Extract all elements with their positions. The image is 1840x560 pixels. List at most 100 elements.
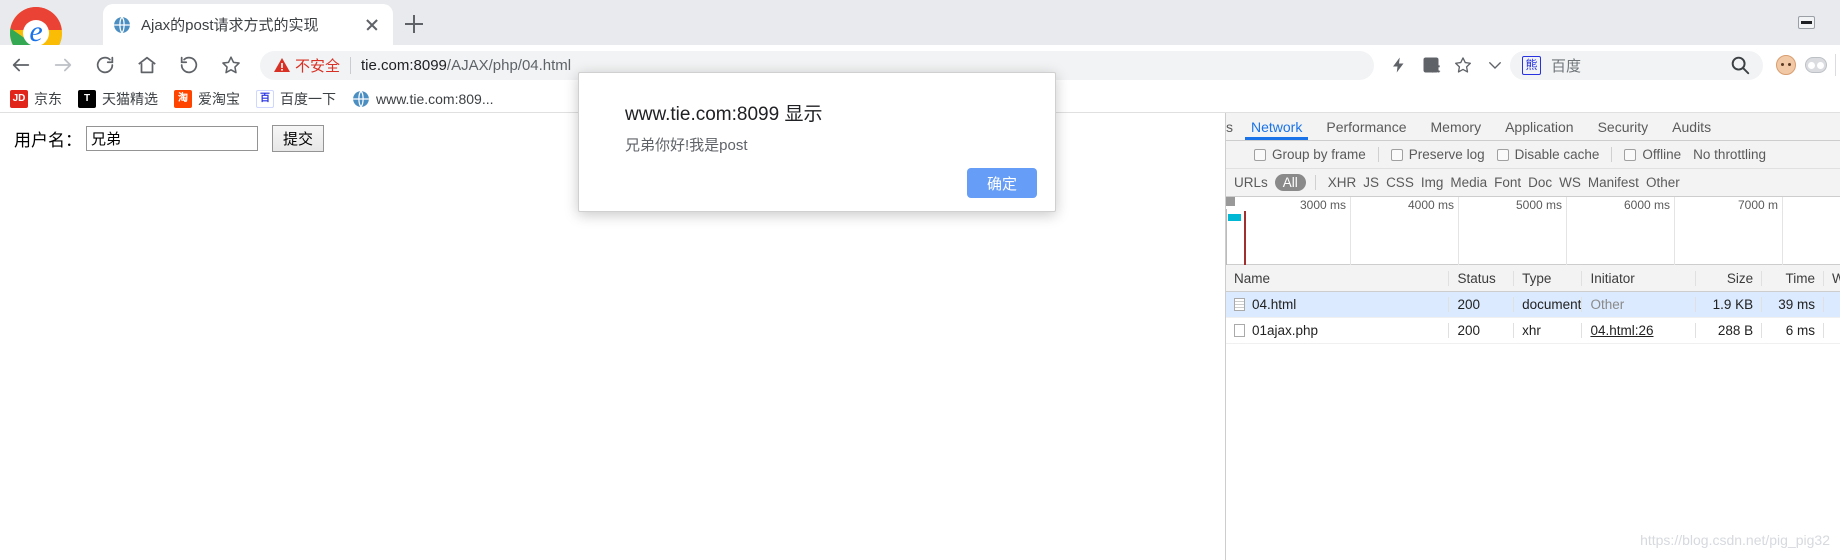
tab-security[interactable]: Security [1586,113,1661,140]
bookmark-jd[interactable]: JD 京东 [10,89,62,109]
translate-icon[interactable]: G文 [1416,50,1446,80]
request-type: xhr [1514,323,1583,338]
checkbox-label: Disable cache [1514,147,1600,162]
star-icon[interactable] [210,45,252,85]
tick-label: 6000 ms [1623,198,1670,212]
filter-font[interactable]: Font [1494,175,1521,190]
filter-media[interactable]: Media [1450,175,1487,190]
initiator-link[interactable]: 04.html:26 [1590,323,1653,338]
column-header-time[interactable]: Time [1762,270,1824,286]
history-back-icon[interactable] [168,45,210,85]
tab-performance[interactable]: Performance [1314,113,1418,140]
request-name-cell[interactable]: 04.html [1226,297,1450,312]
lightning-icon[interactable] [1384,50,1414,80]
svg-text:文: 文 [1432,63,1440,73]
filter-ws[interactable]: WS [1559,175,1581,190]
network-requests-table: Name Status Type Initiator Size Time Wat… [1226,265,1840,344]
filter-img[interactable]: Img [1421,175,1444,190]
bookmark-label: 京东 [34,90,62,107]
bookmark-label: 百度一下 [280,90,336,107]
bookmark-baidu[interactable]: 百 百度一下 [256,89,336,109]
column-header-initiator[interactable]: Initiator [1582,270,1696,286]
bookmark-taobao[interactable]: 淘 爱淘宝 [174,89,240,109]
filter-css[interactable]: CSS [1386,175,1414,190]
bookmark-tmall[interactable]: T 天猫精选 [78,89,158,109]
filter-other[interactable]: Other [1646,175,1680,190]
request-name-cell[interactable]: 01ajax.php [1226,323,1450,338]
devtools-tab-bar: s Network Performance Memory Application… [1226,113,1840,141]
new-tab-button[interactable] [400,10,428,38]
url-text: tie.com:8099/AJAX/php/04.html [361,57,1360,74]
tick-label: 7000 m [1737,198,1778,212]
request-status: 200 [1449,297,1515,312]
tick-label: 5000 ms [1515,198,1562,212]
column-header-status[interactable]: Status [1449,270,1515,286]
search-placeholder: 百度 [1551,57,1582,75]
jd-icon: JD [10,89,28,108]
submit-button[interactable]: 提交 [272,125,325,152]
hide-data-urls-label[interactable]: URLs [1234,175,1268,190]
close-icon[interactable] [361,14,383,36]
divider [1377,147,1379,162]
forward-arrow-icon[interactable] [42,45,84,85]
filter-doc[interactable]: Doc [1528,175,1552,190]
tab-network[interactable]: Network [1239,113,1314,140]
column-header-name[interactable]: Name [1226,270,1450,286]
search-icon[interactable] [1729,54,1751,76]
offline-checkbox[interactable]: Offline [1624,147,1681,162]
request-initiator[interactable]: 04.html:26 [1582,323,1696,338]
minimize-button[interactable] [1798,16,1815,29]
dialog-title: www.tie.com:8099 显示 [625,104,823,125]
tab-sources-clipped[interactable]: s [1226,113,1239,140]
username-input[interactable] [86,126,258,151]
tab-title: Ajax的post请求方式的实现 [141,17,319,34]
chevron-down-icon[interactable] [1480,50,1510,80]
table-row[interactable]: 04.html 200 document Other 1.9 KB 39 ms [1226,292,1840,318]
timeline-tick: 5000 ms [1459,197,1567,265]
url-path: /AJAX/php/04.html [446,56,572,74]
filter-js[interactable]: JS [1363,175,1379,190]
column-header-waterfall[interactable]: Waterfall [1824,271,1840,286]
timeline-tick: 6000 ms [1567,197,1675,265]
back-arrow-icon[interactable] [0,45,42,85]
globe-icon [353,90,369,107]
insecure-label: 不安全 [295,57,341,75]
request-initiator: Other [1582,297,1696,312]
dialog-ok-button[interactable]: 确定 [967,168,1037,198]
filter-xhr[interactable]: XHR [1328,175,1357,190]
search-box[interactable]: 熊 百度 [1510,50,1763,80]
taobao-icon: 淘 [174,89,192,108]
filter-manifest[interactable]: Manifest [1588,175,1639,190]
document-file-icon [1234,298,1245,311]
baidu-paw-icon: 熊 [1522,55,1541,75]
star-icon[interactable] [1448,50,1478,80]
checkbox-label: Preserve log [1408,147,1485,162]
table-row[interactable]: 01ajax.php 200 xhr 04.html:26 288 B 6 ms [1226,318,1840,344]
table-header-row: Name Status Type Initiator Size Time Wat… [1226,265,1840,292]
reload-icon[interactable] [84,45,126,85]
request-name: 01ajax.php [1252,323,1319,338]
home-icon[interactable] [126,45,168,85]
throttling-select[interactable]: No throttling [1693,147,1766,162]
preserve-log-checkbox[interactable]: Preserve log [1390,147,1485,162]
generic-file-icon [1234,324,1245,337]
tab-application[interactable]: Application [1493,113,1586,140]
monkey-avatar-icon[interactable] [1771,50,1801,80]
browser-tab[interactable]: Ajax的post请求方式的实现 [103,4,393,45]
request-size: 1.9 KB [1696,297,1763,312]
bookmark-tiecom[interactable]: www.tie.com:809... [352,90,494,108]
network-timeline-overview[interactable]: 3000 ms 4000 ms 5000 ms 6000 ms 7000 m [1226,197,1840,265]
column-header-type[interactable]: Type [1514,270,1583,286]
extension-icon[interactable] [1801,50,1831,80]
filter-all[interactable]: All [1274,174,1306,191]
watermark: https://blog.csdn.net/pig_pig32 [1640,532,1830,548]
disable-cache-checkbox[interactable]: Disable cache [1496,147,1600,162]
tab-audits[interactable]: Audits [1660,113,1723,140]
column-header-size[interactable]: Size [1696,270,1763,286]
request-time: 39 ms [1762,297,1824,312]
network-filter-bar: URLs All XHR JS CSS Img Media Font Doc W… [1226,169,1840,197]
tmall-icon: T [78,89,96,108]
group-by-frame-checkbox[interactable]: Group by frame [1254,147,1366,162]
tab-memory[interactable]: Memory [1419,113,1494,140]
baidu-icon: 百 [256,89,274,108]
